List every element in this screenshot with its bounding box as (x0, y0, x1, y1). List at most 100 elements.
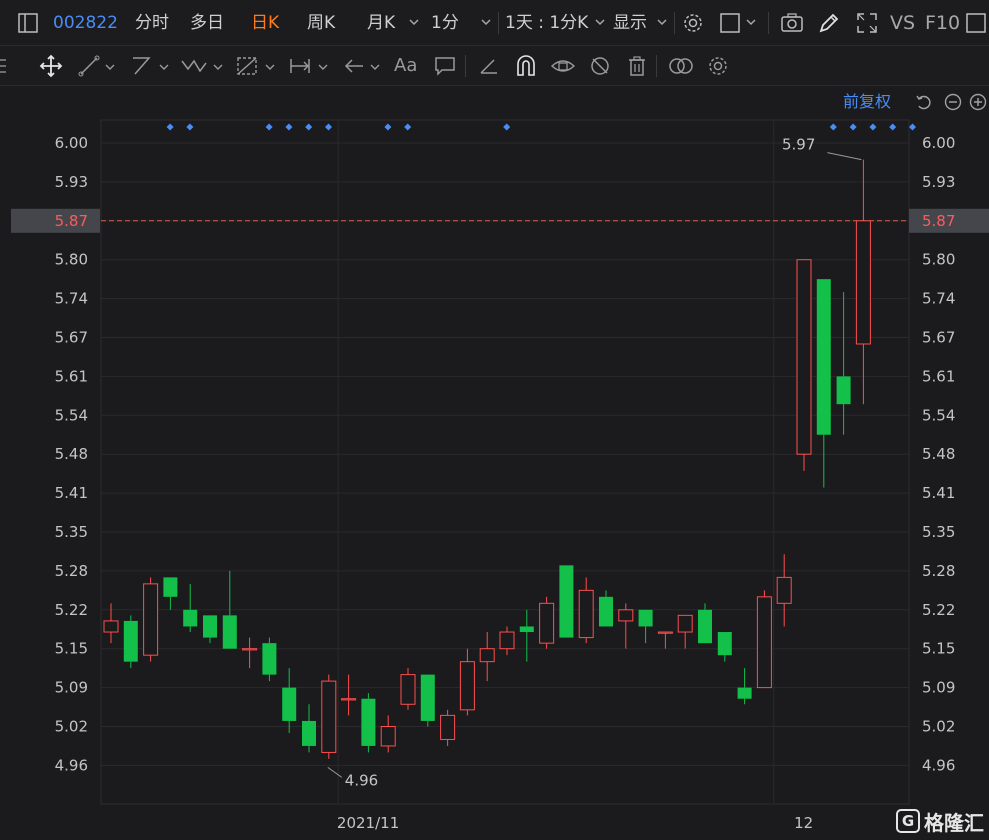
candle-body-up (499, 631, 515, 650)
event-marker (384, 123, 392, 131)
y-tick-label-left: 5.80 (55, 251, 88, 269)
candle-body-up (440, 714, 456, 740)
y-tick-label-left: 5.02 (55, 718, 88, 736)
candle-body-up (400, 674, 416, 705)
layout-chevron-down-icon[interactable] (745, 0, 757, 46)
interval-select[interactable]: 1分 (431, 0, 459, 46)
drawing-settings-gear-icon[interactable] (707, 55, 729, 77)
tab-multi-day[interactable]: 多日 (190, 0, 224, 46)
candle-body-down (222, 615, 237, 649)
brand-logo-icon: G (896, 809, 920, 833)
event-marker (186, 123, 194, 131)
y-tick-label-right: 5.80 (922, 251, 955, 269)
event-marker (166, 123, 174, 131)
candle-body-down (638, 609, 653, 627)
menu-lines-icon[interactable] (0, 56, 8, 76)
zoom-in-icon[interactable] (969, 93, 987, 111)
candle-body-down (163, 577, 178, 597)
hide-drawings-icon[interactable] (589, 55, 611, 77)
candle-body-up (578, 589, 594, 639)
current-price-label-right: 5.87 (922, 212, 955, 230)
current-price-label-left: 5.87 (55, 212, 88, 230)
trash-icon[interactable] (626, 55, 648, 77)
settings-gear-icon[interactable] (682, 12, 704, 34)
display-select[interactable]: 显示 (613, 0, 647, 46)
toolbar-divider (674, 12, 675, 34)
camera-icon[interactable] (780, 12, 804, 34)
candle-body-up (756, 596, 772, 689)
fibonacci-tool-icon[interactable] (236, 55, 278, 77)
candle-body-up (479, 648, 495, 663)
low-annotation-leader (327, 766, 343, 778)
y-tick-label-left: 5.09 (55, 679, 88, 697)
y-tick-label-right: 5.22 (922, 601, 955, 619)
candle-body-up (459, 661, 475, 711)
event-marker (829, 123, 837, 131)
kline-chart[interactable]: 6.00 6.00 5.93 5.93 5.80 5.80 5.74 5.74 5.67 5.67… (0, 86, 989, 840)
x-tick-label: 2021/11 (337, 814, 399, 832)
trend-line-icon[interactable] (78, 55, 118, 77)
interval-chevron-down-icon[interactable] (480, 0, 492, 46)
text-tool-button[interactable]: Aa (394, 46, 417, 86)
candle-body-up (657, 631, 673, 634)
pencil-icon[interactable] (818, 12, 840, 34)
range-measure-icon[interactable] (289, 55, 331, 77)
eye-lock-icon[interactable] (550, 55, 576, 77)
y-tick-label-right: 5.67 (922, 329, 955, 347)
y-tick-label-right: 5.09 (922, 679, 955, 697)
monthly-k-chevron-down-icon[interactable] (408, 0, 420, 46)
candle-body-up (776, 576, 792, 604)
panel-square-icon[interactable] (966, 13, 986, 33)
event-marker (285, 123, 293, 131)
overlap-circles-icon[interactable] (668, 55, 694, 77)
y-tick-label-right: 5.61 (922, 367, 955, 385)
vs-compare-button[interactable]: VS (890, 0, 915, 46)
zoom-out-icon[interactable] (944, 93, 962, 111)
multi-period-chevron-down-icon[interactable] (594, 0, 606, 46)
candle-body-down (361, 698, 376, 746)
brand-watermark-text: 格隆汇 (924, 810, 984, 835)
layout-square-icon[interactable] (720, 13, 740, 33)
fullscreen-icon[interactable] (856, 12, 878, 34)
event-marker (889, 123, 897, 131)
stock-code[interactable]: 002822 (53, 0, 118, 46)
candle-body-up (321, 680, 337, 753)
sidebar-toggle-icon[interactable] (18, 13, 38, 33)
event-marker (869, 123, 877, 131)
y-tick-label-left: 5.35 (55, 523, 88, 541)
display-chevron-down-icon[interactable] (656, 0, 668, 46)
top-toolbar: 002822 分时 多日 日K 周K 月K 1分 1天 : 1分K 显示 VS … (0, 0, 989, 46)
candle-body-up (618, 609, 634, 622)
candle-body-down (282, 687, 297, 721)
candle-body-down (737, 687, 752, 699)
f10-button[interactable]: F10 (925, 0, 960, 46)
polyline-tool-icon[interactable] (130, 55, 172, 77)
candle-body-down (717, 632, 732, 656)
y-tick-label-left: 5.28 (55, 562, 88, 580)
candle-body-down (123, 620, 138, 662)
comment-bubble-icon[interactable] (434, 55, 456, 77)
move-crosshair-icon[interactable] (39, 54, 63, 78)
magnet-icon[interactable] (514, 55, 538, 77)
x-tick-label: 12 (794, 814, 813, 832)
tab-weekly-k[interactable]: 周K (307, 0, 335, 46)
y-tick-label-left: 5.48 (55, 445, 88, 463)
candle-body-up (143, 583, 159, 656)
reset-undo-icon[interactable] (915, 93, 933, 111)
event-marker (265, 123, 273, 131)
kline-chart-area[interactable]: 6.00 6.00 5.93 5.93 5.80 5.80 5.74 5.74 5.67 5.67… (0, 86, 989, 840)
forward-adjust-label[interactable]: 前复权 (843, 90, 891, 114)
angle-ruler-icon[interactable] (478, 55, 500, 77)
tab-daily-k[interactable]: 日K (251, 0, 279, 46)
high-annotation-leader (827, 152, 862, 161)
tab-intraday[interactable]: 分时 (135, 0, 169, 46)
multi-period-select[interactable]: 1天 : 1分K (505, 0, 588, 46)
arrow-left-icon[interactable] (343, 55, 385, 77)
event-marker (404, 123, 412, 131)
wave-tool-icon[interactable] (180, 55, 226, 77)
candle-body-down (599, 596, 613, 627)
candle-body-down (519, 626, 534, 633)
y-tick-label-left: 5.61 (55, 367, 88, 385)
drawing-toolbar: Aa (0, 46, 989, 86)
tab-monthly-k[interactable]: 月K (367, 0, 395, 46)
